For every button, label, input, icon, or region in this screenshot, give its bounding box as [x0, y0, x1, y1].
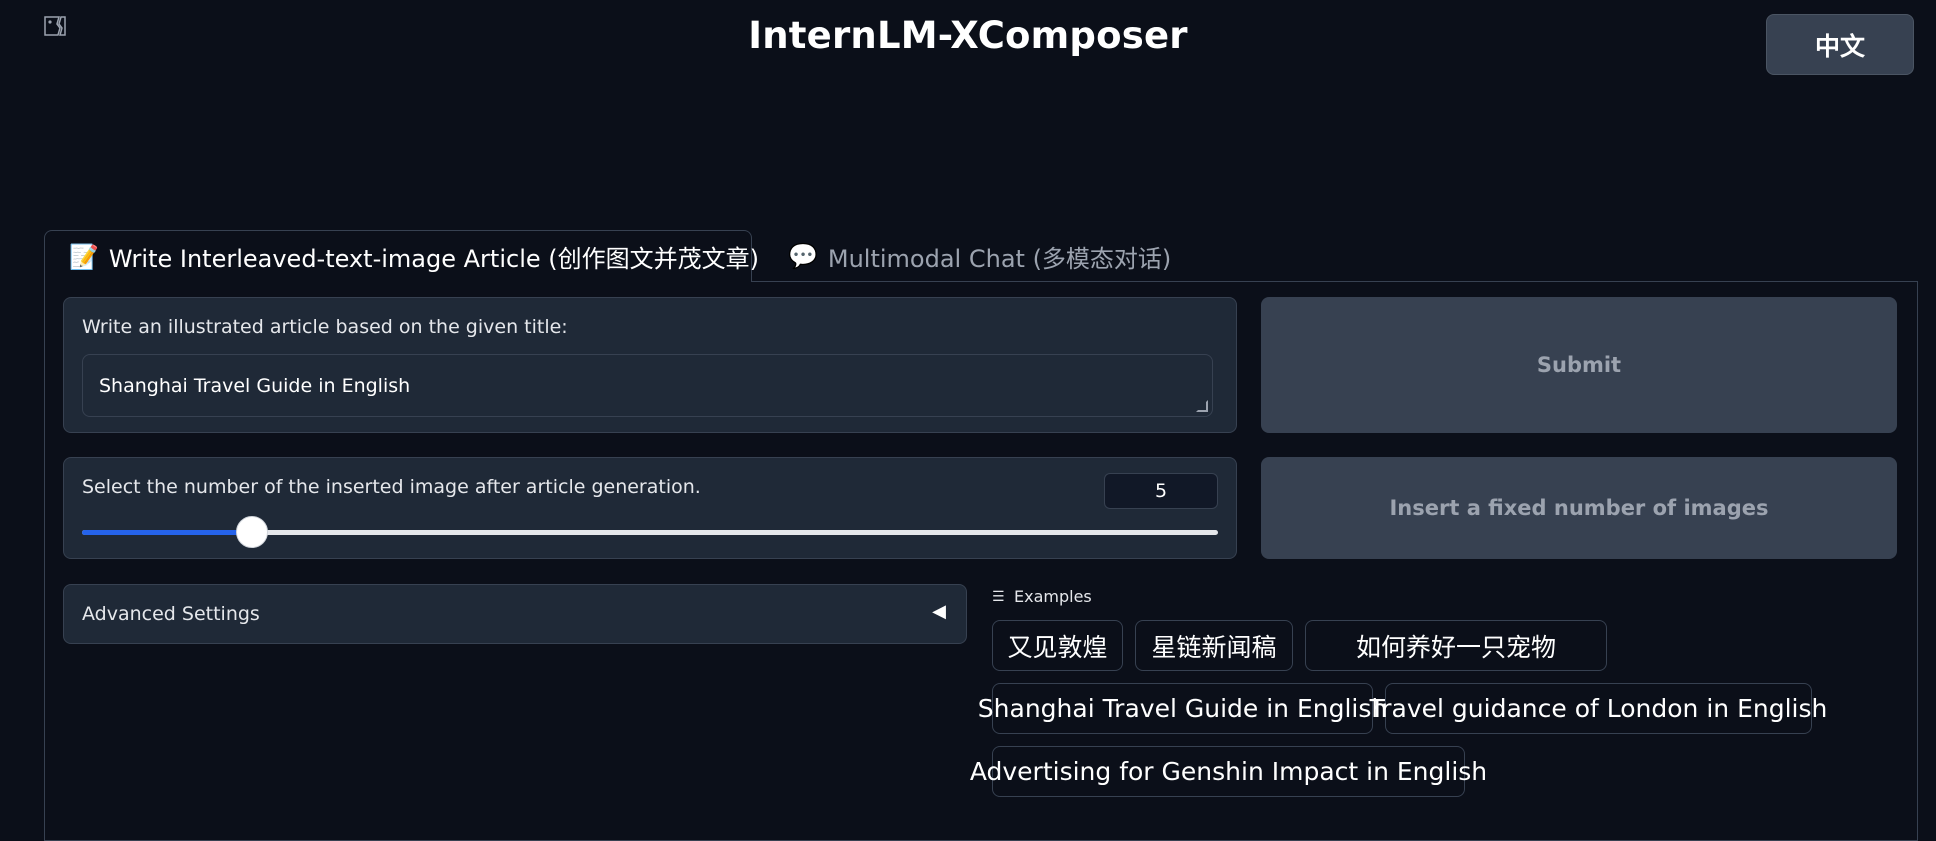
- examples-header: ☰ Examples: [992, 587, 1092, 606]
- speech-bubble-icon: 💬: [788, 242, 818, 270]
- image-count-slider[interactable]: [82, 516, 1218, 548]
- tab-label: Write Interleaved-text-image Article (创作…: [108, 245, 759, 273]
- example-item[interactable]: 星链新闻稿: [1135, 620, 1293, 671]
- advanced-settings-label: Advanced Settings: [82, 603, 260, 625]
- tab-write-article[interactable]: 📝 Write Interleaved-text-image Article (…: [44, 230, 759, 282]
- insert-images-button[interactable]: Insert a fixed number of images: [1261, 457, 1897, 559]
- image-count-block: Select the number of the inserted image …: [63, 457, 1237, 559]
- resize-handle-icon[interactable]: [1196, 400, 1208, 412]
- image-count-label: Select the number of the inserted image …: [82, 476, 701, 498]
- title-value: Shanghai Travel Guide in English: [99, 374, 411, 397]
- examples-label: Examples: [1014, 587, 1092, 606]
- example-item[interactable]: Advertising for Genshin Impact in Englis…: [970, 746, 1487, 797]
- slider-fill: [82, 530, 253, 535]
- tab-multimodal-chat[interactable]: 💬 Multimodal Chat (多模态对话): [752, 230, 1195, 282]
- tab-bar: 📝 Write Interleaved-text-image Article (…: [44, 230, 1195, 282]
- slider-thumb[interactable]: [236, 516, 269, 548]
- tab-label: Multimodal Chat (多模态对话): [827, 244, 1172, 273]
- language-toggle-button[interactable]: 中文: [1766, 14, 1914, 75]
- submit-button[interactable]: Submit: [1261, 297, 1897, 433]
- collapse-arrow-icon: ◀: [932, 601, 946, 622]
- advanced-settings-accordion[interactable]: Advanced Settings ◀: [63, 584, 967, 644]
- app-title: InternLM-XComposer: [748, 14, 1188, 57]
- title-input-block: Write an illustrated article based on th…: [63, 297, 1237, 433]
- example-item[interactable]: 又见敦煌: [992, 620, 1123, 671]
- image-count-number-input[interactable]: 5: [1104, 473, 1218, 509]
- title-textarea[interactable]: Shanghai Travel Guide in English: [82, 354, 1213, 417]
- example-item[interactable]: 如何养好一只宠物: [1305, 620, 1607, 671]
- example-item[interactable]: Travel guidance of London in English: [1370, 683, 1827, 734]
- example-item[interactable]: Shanghai Travel Guide in English: [978, 683, 1387, 734]
- title-input-label: Write an illustrated article based on th…: [82, 316, 568, 338]
- list-icon: ☰: [992, 588, 1005, 605]
- memo-icon: 📝: [69, 242, 99, 271]
